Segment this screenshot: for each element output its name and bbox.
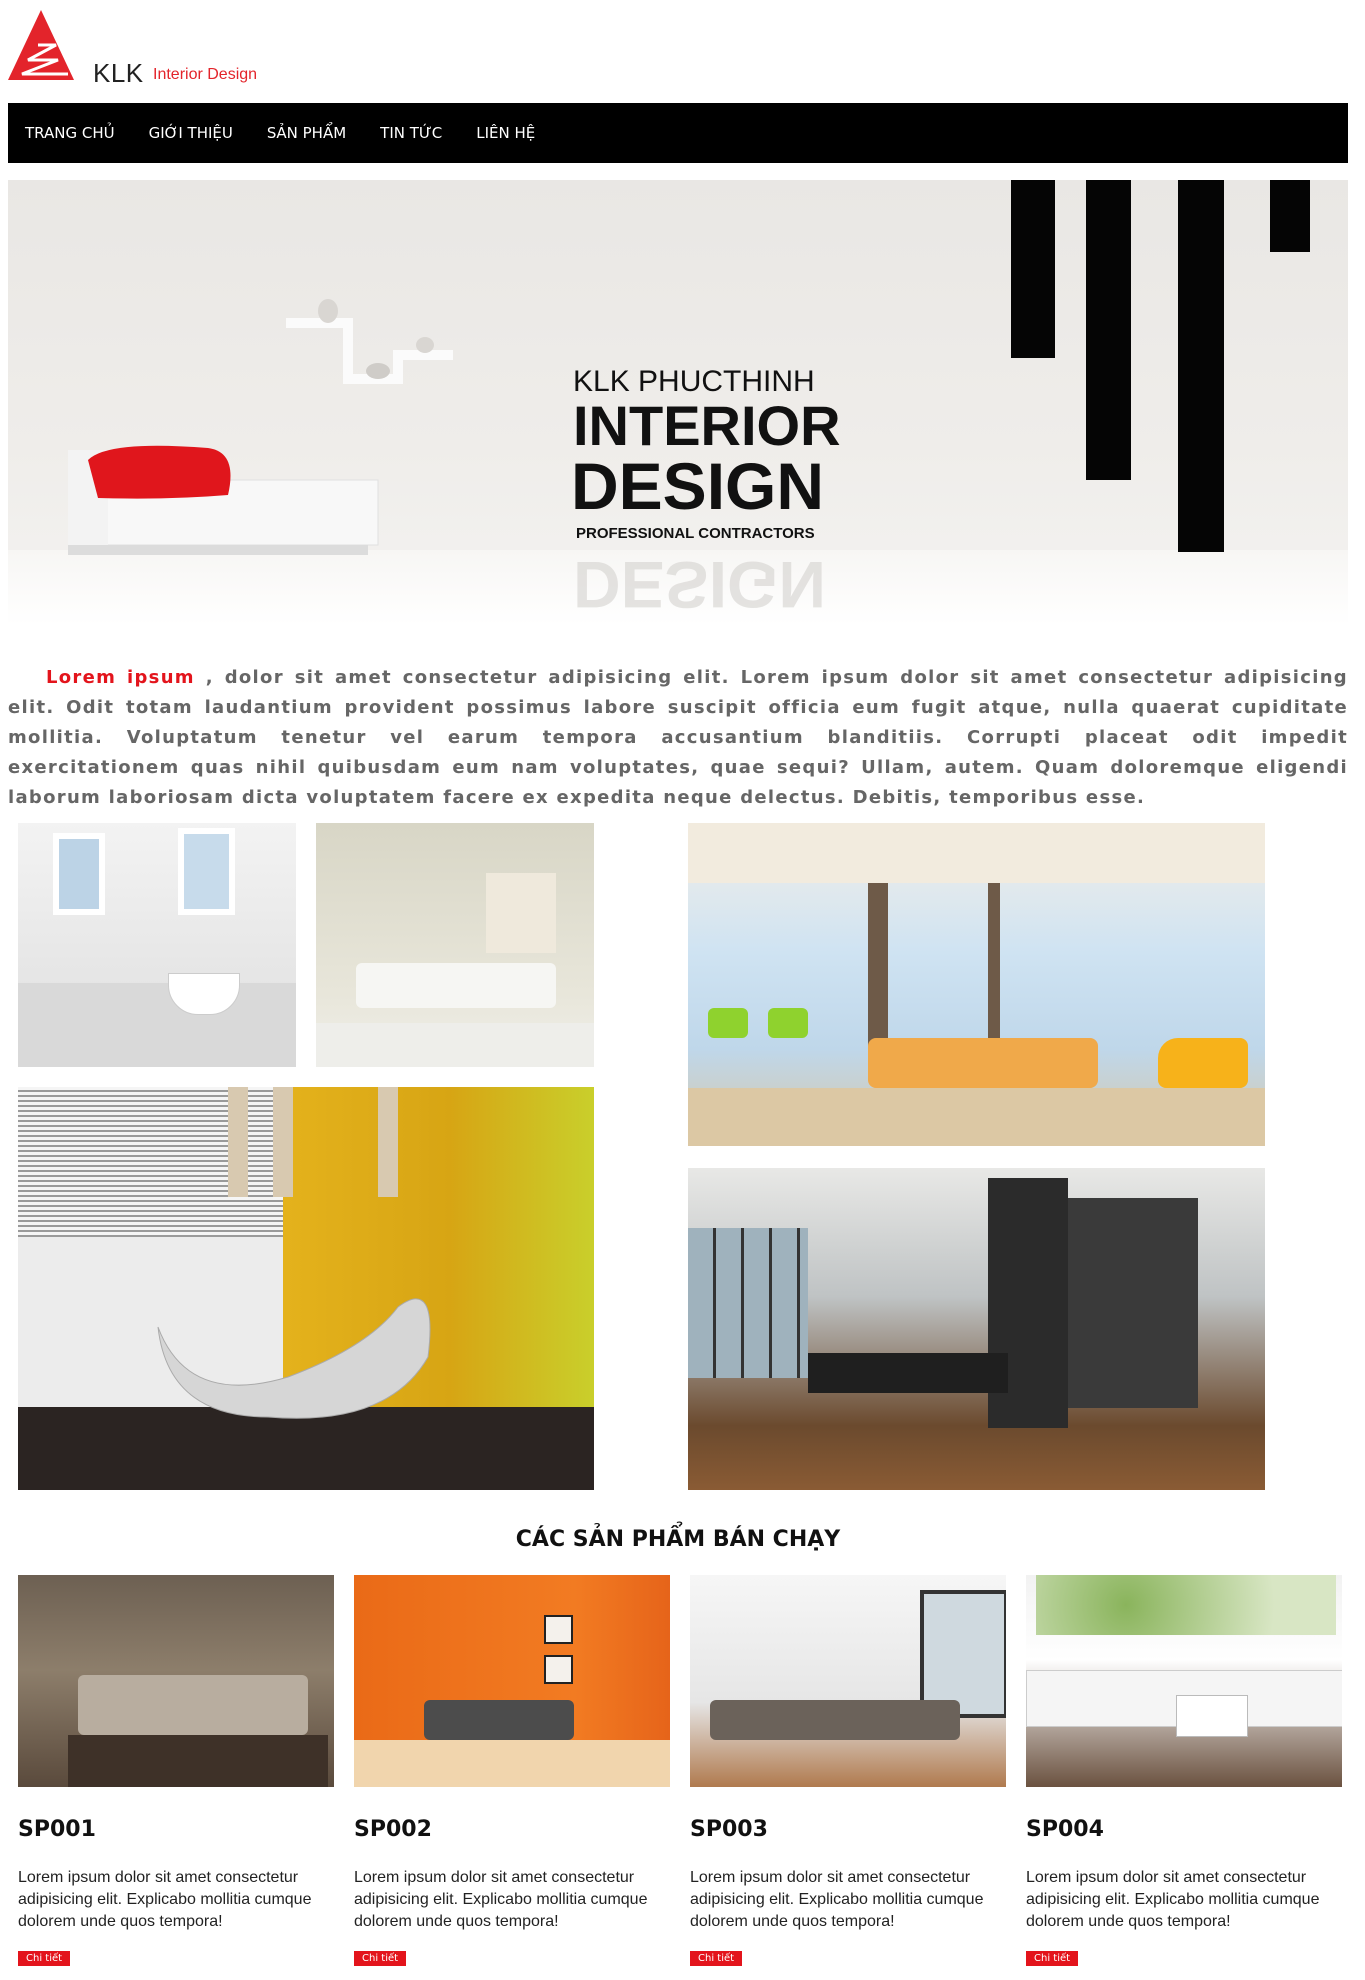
- product-description: Lorem ipsum dolor sit amet consectetur a…: [354, 1869, 648, 1930]
- logo-tagline: Interior Design: [153, 66, 258, 83]
- intro-highlight: Lorem ipsum: [46, 667, 195, 688]
- gallery-image-modern-chair: [18, 1087, 594, 1490]
- product-description: Lorem ipsum dolor sit amet consectetur a…: [1026, 1869, 1320, 1930]
- detail-button[interactable]: Chi tiết: [354, 1951, 407, 1966]
- product-image[interactable]: [18, 1575, 334, 1787]
- nav-item-about[interactable]: GIỚI THIỆU: [132, 124, 250, 142]
- nav-item-contact[interactable]: LIÊN HỆ: [459, 124, 552, 142]
- hero-subtitle: PROFESSIONAL CONTRACTORS: [576, 525, 815, 542]
- product-code[interactable]: SP003: [690, 1817, 1006, 1842]
- product-description: Lorem ipsum dolor sit amet consectetur a…: [690, 1869, 984, 1930]
- sofa-image: [68, 445, 379, 555]
- product-image[interactable]: [690, 1575, 1006, 1787]
- product-card: SP002 Lorem ipsum dolor sit amet consect…: [354, 1575, 670, 1966]
- product-code[interactable]: SP004: [1026, 1817, 1342, 1842]
- gallery-image-living-room: [316, 823, 594, 1067]
- product-code[interactable]: SP001: [18, 1817, 334, 1842]
- decor-bar: [1178, 180, 1224, 552]
- intro-paragraph: Lorem ipsum , dolor sit amet consectetur…: [8, 663, 1348, 813]
- main-navigation: TRANG CHỦ GIỚI THIỆU SẢN PHẨM TIN TỨC LI…: [8, 103, 1348, 163]
- hero-title-reflection: DESIGN: [573, 548, 827, 622]
- hero-title-line1: INTERIOR: [573, 394, 841, 457]
- gallery-image-lounge: [688, 823, 1265, 1146]
- product-code[interactable]: SP002: [354, 1817, 670, 1842]
- hero-title-line2: DESIGN: [571, 449, 825, 523]
- decor-bar: [1011, 180, 1055, 358]
- detail-button[interactable]: Chi tiết: [690, 1951, 743, 1966]
- intro-text: , dolor sit amet consectetur adipisicing…: [8, 667, 1348, 808]
- site-logo[interactable]: KLK Interior Design: [8, 10, 278, 88]
- gallery-image-bathroom: [18, 823, 296, 1067]
- hero-banner: KLK PHUCTHINH INTERIOR DESIGN PROFESSION…: [8, 180, 1348, 625]
- detail-button[interactable]: Chi tiết: [18, 1951, 71, 1966]
- product-image[interactable]: [354, 1575, 670, 1787]
- bestsellers-title: CÁC SẢN PHẨM BÁN CHẠY: [515, 1527, 841, 1552]
- product-card: SP003 Lorem ipsum dolor sit amet consect…: [690, 1575, 1006, 1966]
- wall-shelf-image: [286, 299, 453, 384]
- decor-bar: [1270, 180, 1310, 252]
- decor-bar: [1086, 180, 1131, 480]
- detail-button[interactable]: Chi tiết: [1026, 1951, 1079, 1966]
- nav-item-products[interactable]: SẢN PHẨM: [250, 124, 363, 142]
- product-card: SP004 Lorem ipsum dolor sit amet consect…: [1026, 1575, 1342, 1966]
- logo-brand-name: KLK: [93, 58, 144, 88]
- product-card: SP001 Lorem ipsum dolor sit amet consect…: [18, 1575, 334, 1966]
- gallery-image-kitchen: [688, 1168, 1265, 1490]
- product-description: Lorem ipsum dolor sit amet consectetur a…: [18, 1869, 312, 1930]
- product-image[interactable]: [1026, 1575, 1342, 1787]
- nav-item-news[interactable]: TIN TỨC: [363, 124, 459, 142]
- nav-item-home[interactable]: TRANG CHỦ: [8, 124, 132, 142]
- logo-triangle-icon: [8, 10, 74, 80]
